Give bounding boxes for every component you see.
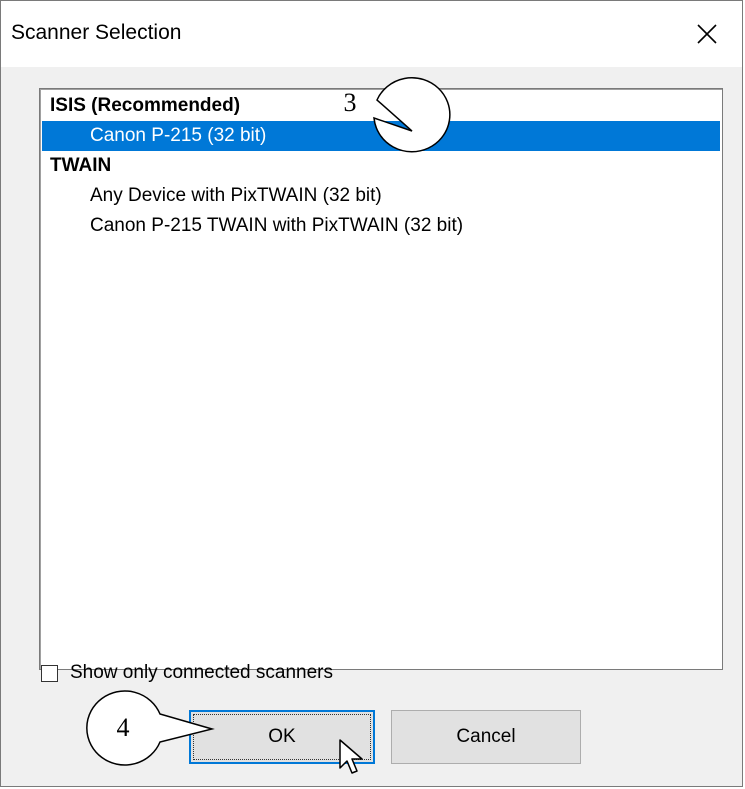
list-item-canon-p215-twain[interactable]: Canon P-215 TWAIN with PixTWAIN (32 bit) [42,211,720,241]
scanner-list[interactable]: ISIS (Recommended) Canon P-215 (32 bit) … [39,88,723,670]
list-item-any-device-pixtwain[interactable]: Any Device with PixTWAIN (32 bit) [42,181,720,211]
close-icon [697,24,717,44]
mouse-cursor-icon [339,739,363,774]
title-bar: Scanner Selection [1,1,742,67]
connected-only-label: Show only connected scanners [70,662,333,683]
cancel-button[interactable]: Cancel [391,710,581,764]
list-group-header: TWAIN [50,155,112,176]
callout-4-number: 4 [116,713,130,742]
close-button[interactable] [672,1,742,67]
connected-only-checkbox[interactable] [41,664,58,682]
callout-3-number: 3 [343,88,357,117]
window-title: Scanner Selection [11,21,182,44]
connected-only-option[interactable]: Show only connected scanners [41,660,333,686]
